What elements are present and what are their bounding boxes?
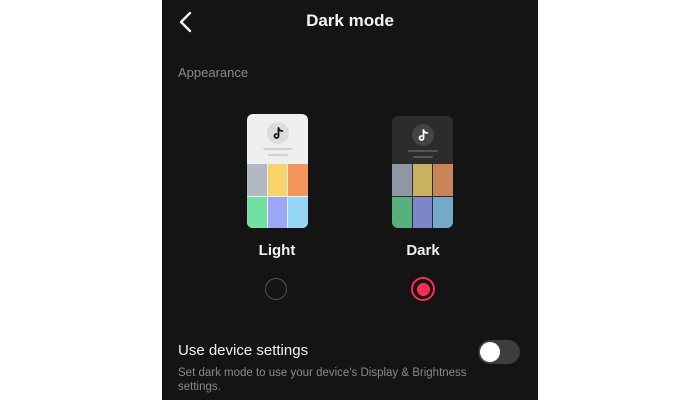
preview-video-grid [247, 164, 308, 228]
preview-tile [267, 196, 288, 228]
appearance-option-dark[interactable]: Dark [368, 112, 478, 302]
light-theme-preview [247, 114, 308, 228]
preview-text-line [412, 156, 433, 158]
preview-tile [247, 196, 267, 228]
preview-tile [433, 164, 453, 196]
preview-text-line [267, 154, 288, 156]
use-device-settings-toggle[interactable] [478, 340, 520, 364]
preview-tile [392, 164, 412, 196]
tiktok-logo-icon [411, 124, 434, 146]
dark-radio-button[interactable] [411, 277, 435, 301]
preview-video-grid [392, 164, 453, 228]
preview-tile [288, 164, 308, 196]
light-option-label: Light [258, 242, 296, 259]
appearance-option-light[interactable]: Light [222, 112, 332, 302]
tiktok-logo-icon [266, 122, 289, 144]
use-device-settings-label: Use device settings [178, 342, 309, 359]
preview-tile [247, 164, 267, 196]
preview-tile [392, 196, 412, 228]
header: Dark mode [162, 0, 538, 44]
page-title: Dark mode [306, 11, 394, 30]
preview-tile [288, 196, 308, 228]
dark-theme-preview [392, 116, 453, 228]
toggle-knob [480, 342, 500, 362]
phone-screen: Dark mode Appearance Light Dark Use devi… [162, 0, 538, 400]
preview-tile [412, 196, 433, 228]
preview-text-line [407, 150, 438, 152]
preview-tile [433, 196, 453, 228]
radio-selected-dot [416, 282, 430, 296]
preview-tile [412, 164, 433, 196]
light-radio-button[interactable] [265, 278, 287, 300]
use-device-settings-description: Set dark mode to use your device's Displ… [178, 367, 467, 393]
dark-option-label: Dark [406, 242, 440, 259]
preview-tile [267, 164, 288, 196]
appearance-section-label: Appearance [178, 65, 249, 80]
preview-text-line [262, 148, 293, 150]
